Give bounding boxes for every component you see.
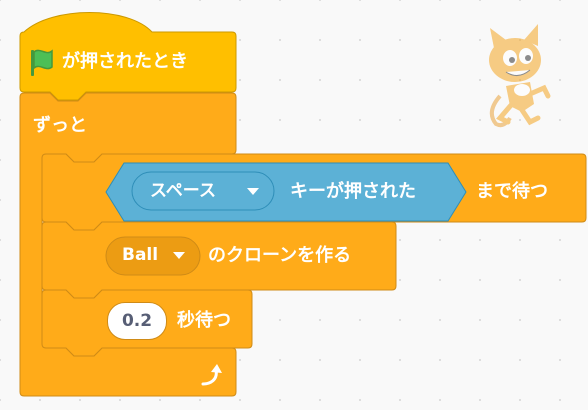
create-clone-label: のクローンを作る <box>208 245 352 266</box>
clone-target-value: Ball <box>122 245 159 265</box>
scratch-cat-icon <box>489 24 551 128</box>
clone-dropdown-caret-icon <box>173 252 185 259</box>
key-dropdown-caret-icon <box>247 188 259 195</box>
hat-label: が押されたとき <box>62 51 188 72</box>
wait-seconds-input[interactable]: 0.2 <box>107 302 167 340</box>
forever-label: ずっと <box>33 115 87 136</box>
key-pressed-label: キーが押された <box>290 181 416 202</box>
wait-seconds-label: 秒待つ <box>177 310 231 331</box>
wait-until-label: まで待つ <box>476 181 548 202</box>
key-dropdown-value: スペース <box>150 181 216 201</box>
